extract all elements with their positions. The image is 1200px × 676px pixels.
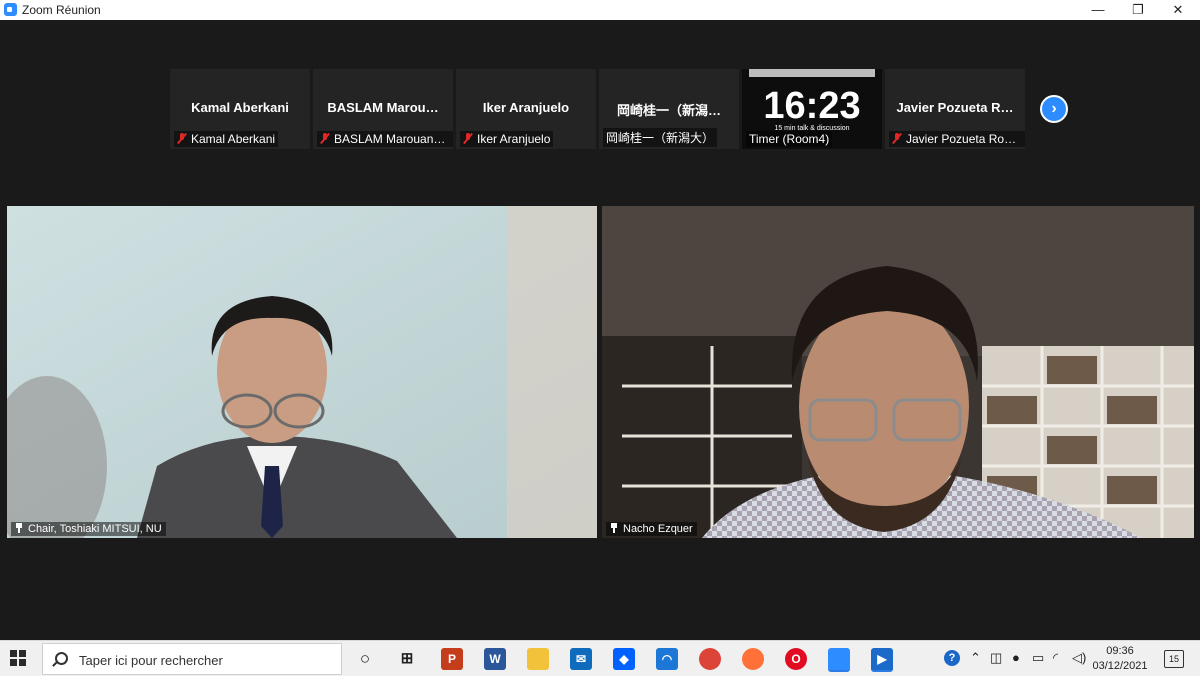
meet-now-icon[interactable]: ◫ (990, 650, 1002, 666)
taskbar-clock[interactable]: 09:36 03/12/2021 (1092, 644, 1148, 674)
powerpoint-icon[interactable]: P (441, 648, 463, 670)
close-button[interactable]: ✕ (1155, 0, 1200, 20)
video-frame-chair (7, 206, 597, 538)
mic-muted-icon (320, 133, 330, 144)
window-title: Zoom Réunion (22, 3, 101, 17)
next-page-button[interactable]: › (1040, 95, 1068, 123)
battery-icon[interactable]: ▭ (1032, 650, 1044, 666)
video-feed-left[interactable]: Chair, Toshiaki MITSUI, NU (7, 206, 597, 538)
participant-label: Javier Pozueta Romero (889, 131, 1025, 147)
participant-tile[interactable]: Kamal Aberkani Kamal Aberkani (170, 69, 310, 149)
zoom-app-icon (4, 3, 17, 16)
word-icon[interactable]: W (484, 648, 506, 670)
wifi-icon[interactable]: ◜ (1053, 650, 1058, 666)
timer-clock: 16:23 (763, 85, 861, 127)
chrome-icon[interactable] (699, 648, 721, 670)
pin-icon (15, 523, 23, 533)
participant-label: BASLAM Marouane, ... (317, 131, 453, 147)
participant-tile[interactable]: Javier Pozueta R… Javier Pozueta Romero (885, 69, 1025, 149)
task-view-icon[interactable]: ⊞ (396, 648, 418, 670)
pin-icon (610, 523, 618, 533)
participant-name: 岡崎桂一（新潟… (616, 103, 721, 118)
app-icon[interactable]: ◠ (656, 648, 678, 670)
participant-label: Timer (Room4) (746, 131, 833, 147)
participant-label: Iker Aranjuelo (460, 131, 554, 147)
search-placeholder: Taper ici pour rechercher (79, 653, 223, 668)
participant-name: Iker Aranjuelo (482, 100, 570, 115)
mic-muted-icon (177, 133, 187, 144)
file-explorer-icon[interactable] (527, 648, 549, 670)
clock-time: 09:36 (1106, 645, 1134, 657)
mic-muted-icon (463, 133, 473, 144)
participant-name: BASLAM Marou… (327, 100, 439, 115)
media-player-icon[interactable]: ▶ (871, 648, 893, 672)
participant-label: 岡崎桂一（新潟大） (603, 128, 718, 147)
participant-name: Kamal Aberkani (191, 100, 289, 115)
video-name-label: Chair, Toshiaki MITSUI, NU (11, 522, 166, 536)
video-name-label: Nacho Ezquer (606, 522, 697, 536)
mic-muted-icon (892, 133, 902, 144)
taskbar-search-box[interactable]: Taper ici pour rechercher (42, 643, 342, 675)
chevron-up-icon[interactable]: ⌃ (970, 650, 981, 666)
mail-icon[interactable]: ✉ (570, 648, 592, 670)
firefox-icon[interactable] (742, 648, 764, 670)
shared-screen-toolbar (749, 69, 875, 77)
clock-date: 03/12/2021 (1092, 660, 1148, 672)
cortana-icon[interactable]: ○ (354, 648, 376, 670)
video-frame-speaker (602, 206, 1194, 538)
zoom-icon[interactable] (828, 648, 850, 672)
search-icon (55, 652, 68, 665)
timer-tile[interactable]: 16:23 15 min talk & discussion Timer (Ro… (742, 69, 882, 149)
windows-start-button[interactable] (10, 650, 27, 667)
opera-icon[interactable]: O (785, 648, 807, 670)
participant-tile[interactable]: BASLAM Marou… BASLAM Marouane, ... (313, 69, 453, 149)
video-feed-right[interactable]: Nacho Ezquer (602, 206, 1194, 538)
participant-name: Javier Pozueta R… (896, 100, 1014, 115)
window-title-bar: Zoom Réunion — ❐ ✕ (0, 0, 1200, 20)
participant-tile[interactable]: 岡崎桂一（新潟… 岡崎桂一（新潟大） (599, 69, 739, 149)
participant-tile[interactable]: Iker Aranjuelo Iker Aranjuelo (456, 69, 596, 149)
dropbox-icon[interactable]: ◆ (613, 648, 635, 670)
help-icon[interactable]: ? (944, 650, 960, 666)
participant-label: Kamal Aberkani (174, 131, 279, 147)
volume-icon[interactable]: ◁) (1072, 650, 1086, 666)
windows-taskbar: Taper ici pour rechercher ○ ⊞ P W ✉ ◆ ◠ … (0, 640, 1200, 676)
notifications-icon[interactable]: 15 (1164, 650, 1184, 668)
microphone-icon[interactable]: ● (1012, 650, 1020, 665)
chevron-right-icon: › (1051, 100, 1057, 117)
